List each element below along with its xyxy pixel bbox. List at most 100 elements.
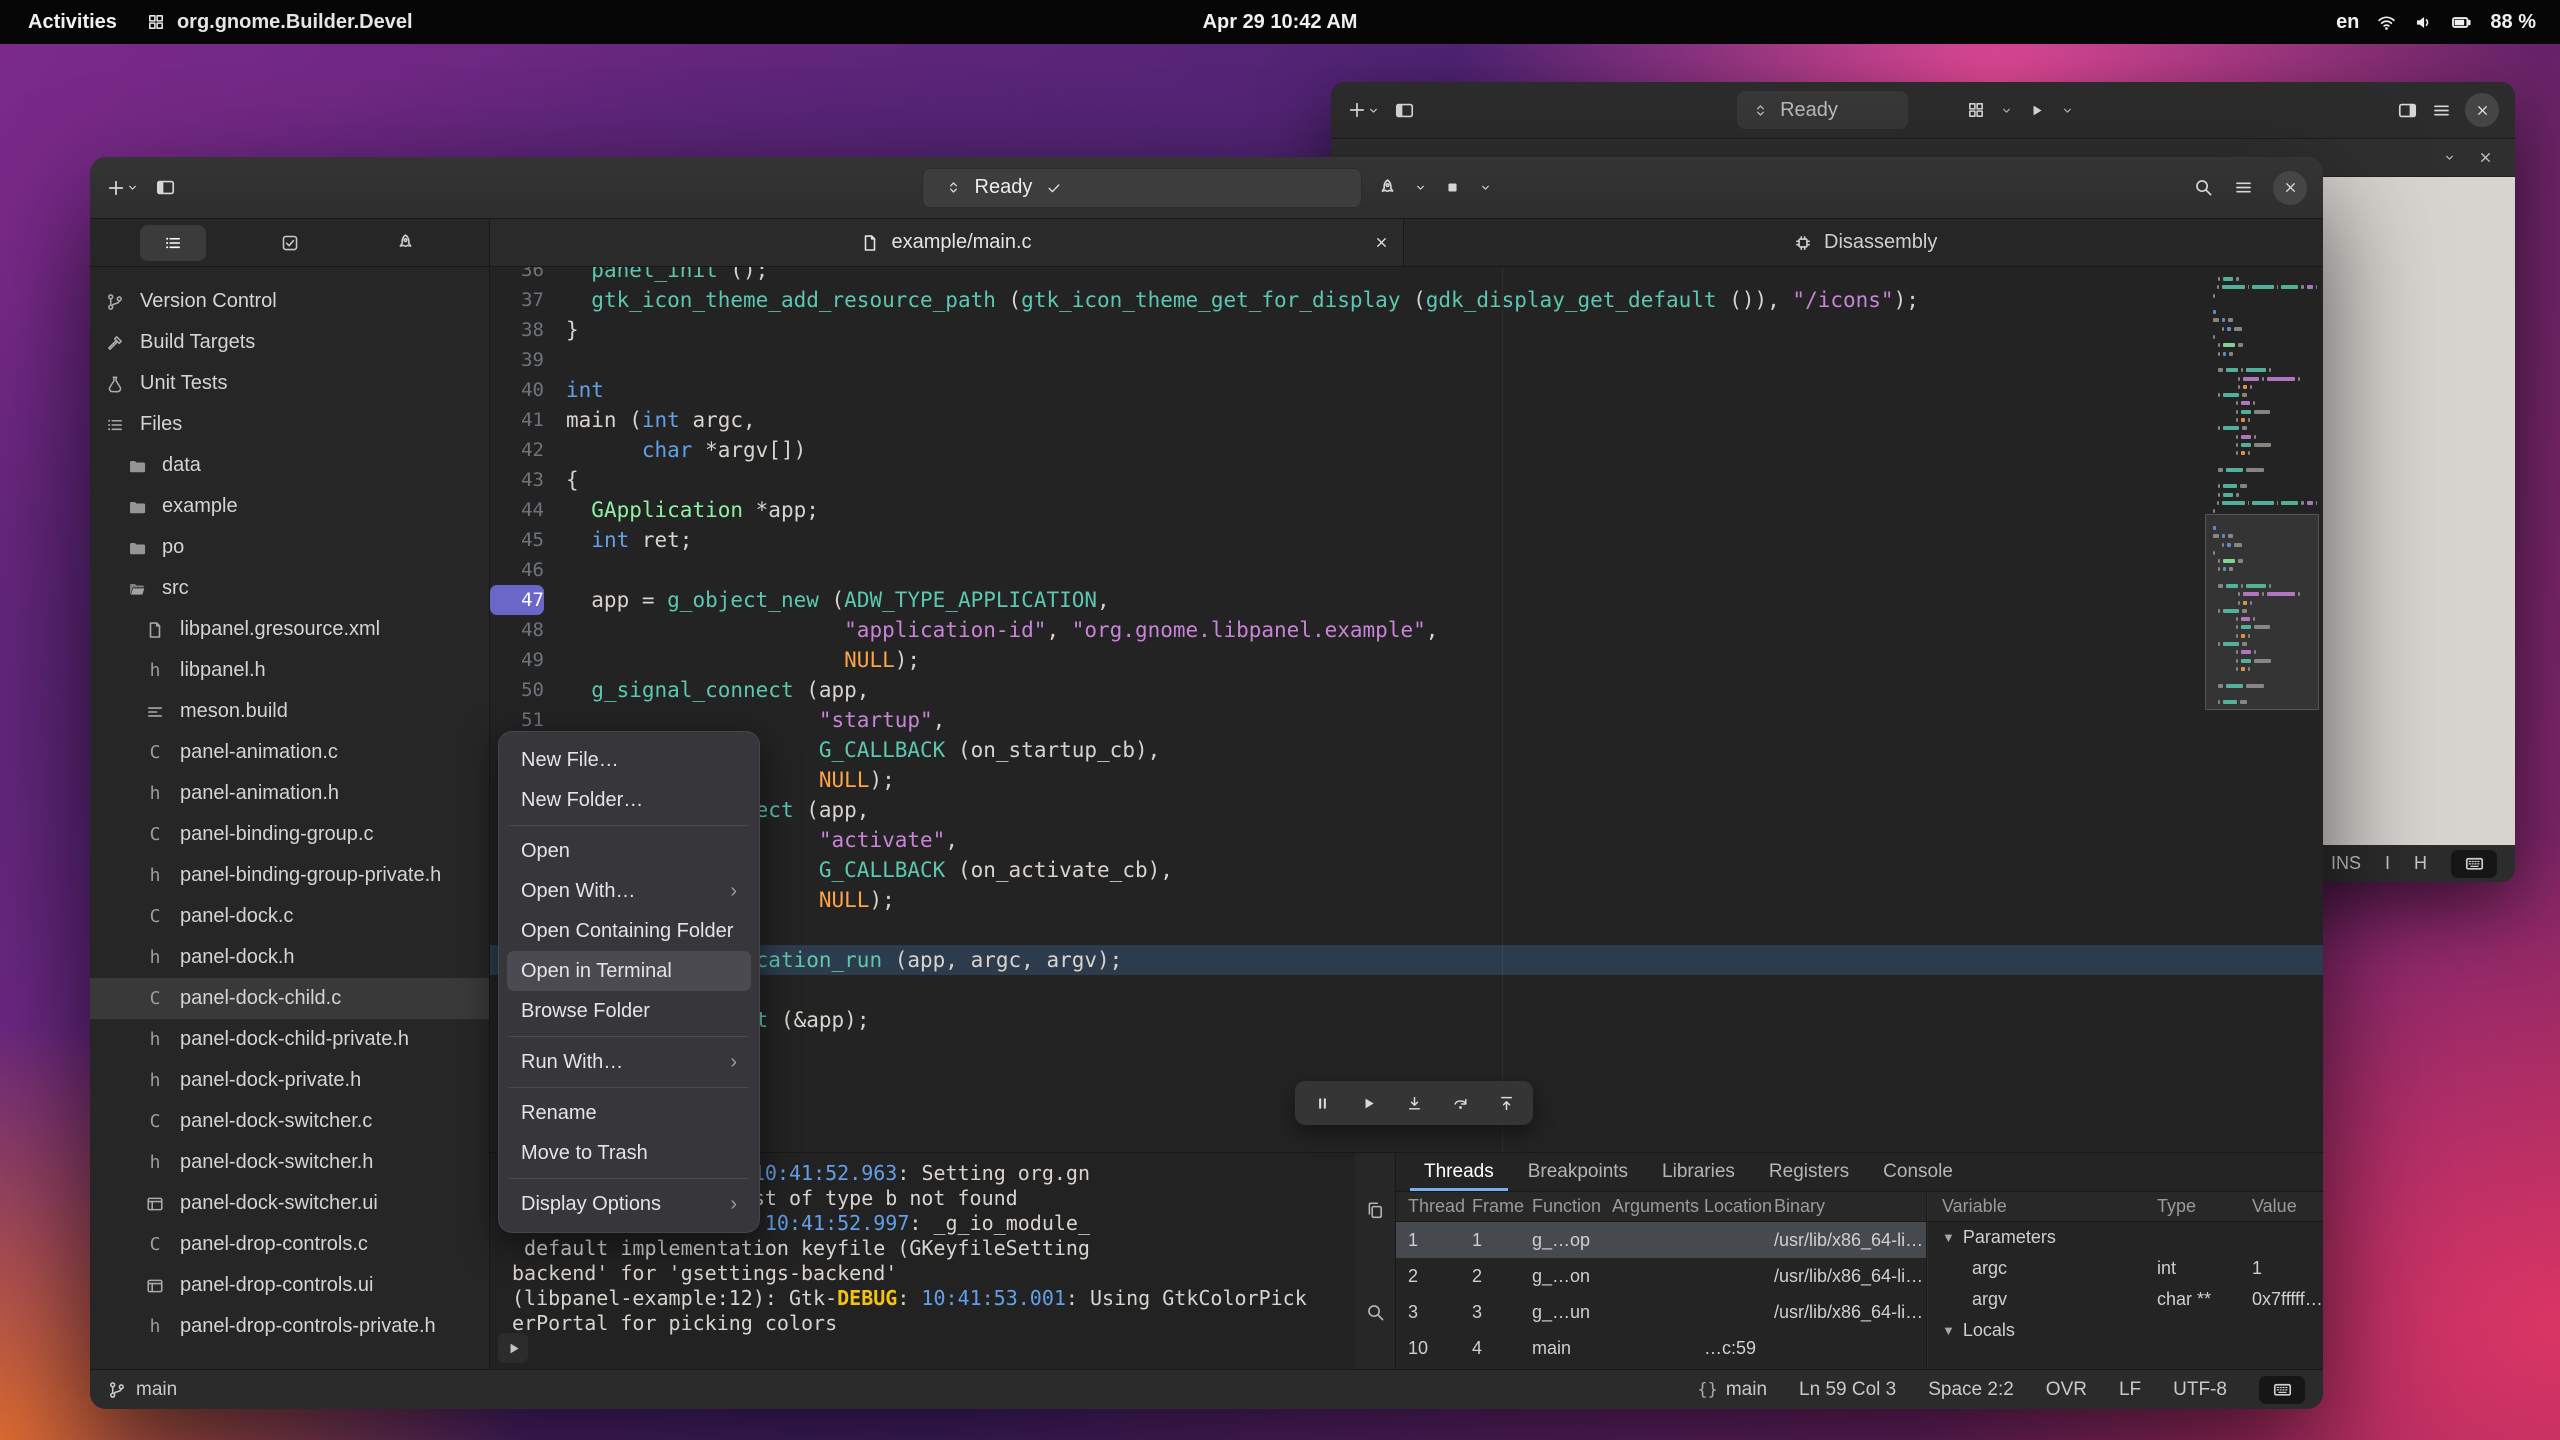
variable-row-argv[interactable]: argvchar **0x7fffff… [1928,1284,2323,1315]
clock[interactable]: Apr 29 10:42 AM [1203,11,1358,34]
tree-item-libpanel-h[interactable]: hlibpanel.h [90,650,489,691]
stop-options-caret-icon[interactable] [1479,181,1492,194]
bg-close-button[interactable] [2465,93,2499,127]
thread-row[interactable]: 33g_…un/usr/lib/x86_64-li… [1396,1294,1926,1330]
panel-tab-registers[interactable]: Registers [1755,1153,1863,1191]
tree-item-panel-dock-private-h[interactable]: hpanel-dock-private.h [90,1060,489,1101]
file-tab[interactable]: example/main.c [490,219,1404,266]
menu-item-new-file[interactable]: New File… [507,740,751,780]
tree-item-panel-dock-switcher-ui[interactable]: panel-dock-switcher.ui [90,1183,489,1224]
tree-item-po[interactable]: po [90,527,489,568]
overwrite-indicator[interactable]: OVR [2046,1379,2087,1401]
variable-group-parameters[interactable]: ▼Parameters [1928,1222,2323,1253]
tree-item-libpanel-gresource-xml[interactable]: libpanel.gresource.xml [90,609,489,650]
threads-table[interactable]: ThreadFrameFunctionArgumentsLocationBina… [1396,1192,1927,1369]
panel-tab-breakpoints[interactable]: Breakpoints [1514,1153,1642,1191]
tree-item-files[interactable]: Files [90,404,489,445]
menu-item-open[interactable]: Open [507,831,751,871]
bg-indicator-2[interactable]: I [2385,853,2390,874]
step-out-button[interactable] [1485,1085,1527,1121]
tree-item-panel-dock-switcher-h[interactable]: hpanel-dock-switcher.h [90,1142,489,1183]
encoding-indicator[interactable]: UTF-8 [2173,1379,2227,1401]
pause-button[interactable] [1301,1085,1343,1121]
menu-button[interactable] [2233,169,2253,207]
tree-item-panel-drop-controls-ui[interactable]: panel-drop-controls.ui [90,1265,489,1306]
tree-item-panel-dock-child-private-h[interactable]: hpanel-dock-child-private.h [90,1019,489,1060]
activities-button[interactable]: Activities [28,11,117,34]
tab-close-icon[interactable] [1374,235,1389,250]
chevron-down-icon[interactable] [2443,151,2456,164]
code-editor[interactable]: 36 panel_init ();37 gtk_icon_theme_add_r… [490,267,2323,1152]
tree-item-unit-tests[interactable]: Unit Tests [90,363,489,404]
current-symbol[interactable]: {} main [1697,1379,1767,1401]
keyboard-layout-indicator[interactable]: en [2336,11,2359,34]
bg-run-button[interactable] [2027,91,2047,129]
panel-project-tree-button[interactable] [140,225,206,261]
panel-todo-button[interactable] [257,225,323,261]
step-in-button[interactable] [1393,1085,1435,1121]
bg-ins-indicator[interactable]: INS [2331,853,2361,874]
log-search-button[interactable] [1360,1297,1390,1327]
tree-item-version-control[interactable]: Version Control [90,281,489,322]
variable-row-argc[interactable]: argcint1 [1928,1253,2323,1284]
run-options-caret-icon[interactable] [1414,181,1427,194]
bg-new-button[interactable] [1347,91,1380,129]
tree-item-example[interactable]: example [90,486,489,527]
tree-item-panel-binding-group-c[interactable]: Cpanel-binding-group.c [90,814,489,855]
close-button[interactable] [2273,171,2307,205]
project-tree[interactable]: Version ControlBuild TargetsUnit TestsFi… [90,267,490,1369]
bg-build-button[interactable] [1966,91,1986,129]
panel-tab-threads[interactable]: Threads [1410,1153,1508,1191]
menu-item-move-to-trash[interactable]: Move to Trash [507,1133,751,1173]
bg-keyboard-button[interactable] [2451,850,2497,878]
menu-item-browse-folder[interactable]: Browse Folder [507,991,751,1031]
tree-item-panel-dock-child-c[interactable]: Cpanel-dock-child.c [90,978,489,1019]
panel-build-button[interactable] [373,225,439,261]
tree-item-panel-dock-switcher-c[interactable]: Cpanel-dock-switcher.c [90,1101,489,1142]
stop-button[interactable] [1443,169,1463,207]
bg-panel-right-toggle[interactable] [2397,91,2417,129]
panel-tab-libraries[interactable]: Libraries [1648,1153,1749,1191]
cursor-position[interactable]: Ln 59 Col 3 [1799,1379,1896,1401]
thread-row[interactable]: 22g_…on/usr/lib/x86_64-li… [1396,1258,1926,1294]
caret-down-icon[interactable] [2061,104,2074,117]
system-status-area[interactable]: en 88 % [2336,11,2560,34]
thread-row[interactable]: 11g_…op/usr/lib/x86_64-li… [1396,1222,1926,1258]
tree-item-panel-animation-h[interactable]: hpanel-animation.h [90,773,489,814]
tree-item-build-targets[interactable]: Build Targets [90,322,489,363]
omnibar[interactable]: Ready [922,168,1362,208]
tree-item-panel-dock-c[interactable]: Cpanel-dock.c [90,896,489,937]
tree-item-panel-dock-h[interactable]: hpanel-dock.h [90,937,489,978]
focused-app-menu[interactable]: org.gnome.Builder.Devel [147,11,413,34]
step-over-button[interactable] [1439,1085,1481,1121]
bg-menu-button[interactable] [2431,91,2451,129]
tree-item-panel-binding-group-private-h[interactable]: hpanel-binding-group-private.h [90,855,489,896]
bg-sidebar-toggle-button[interactable] [1394,91,1414,129]
tree-item-data[interactable]: data [90,445,489,486]
menu-item-display-options[interactable]: Display Options› [507,1184,751,1224]
panel-tab-console[interactable]: Console [1869,1153,1967,1191]
menu-item-open-containing-folder[interactable]: Open Containing Folder [507,911,751,951]
tree-item-meson-build[interactable]: meson.build [90,691,489,732]
disassembly-tab[interactable]: Disassembly [1774,219,1957,266]
indentation-indicator[interactable]: Space 2:2 [1928,1379,2014,1401]
sidebar-toggle-button[interactable] [155,169,175,207]
continue-button[interactable] [1347,1085,1389,1121]
thread-row[interactable]: 104main…c:59 [1396,1330,1926,1366]
variable-group-locals[interactable]: ▼Locals [1928,1315,2323,1346]
branch-name[interactable]: main [136,1379,177,1401]
menu-item-rename[interactable]: Rename [507,1093,751,1133]
line-ending-indicator[interactable]: LF [2119,1379,2141,1401]
search-button[interactable] [2193,169,2213,207]
scroll-to-bottom-button[interactable] [498,1333,528,1363]
menu-item-open-with[interactable]: Open With…› [507,871,751,911]
tree-item-panel-drop-controls-c[interactable]: Cpanel-drop-controls.c [90,1224,489,1265]
variables-panel[interactable]: VariableTypeValue▼Parametersargcint1argv… [1927,1192,2323,1369]
close-icon[interactable] [2478,150,2493,165]
bg-omnibar[interactable]: Ready [1737,91,1908,129]
copy-button[interactable] [1360,1195,1390,1225]
keyboard-button[interactable] [2259,1376,2305,1404]
bg-indicator-3[interactable]: H [2414,853,2427,874]
tree-item-panel-animation-c[interactable]: Cpanel-animation.c [90,732,489,773]
menu-item-run-with[interactable]: Run With…› [507,1042,751,1082]
